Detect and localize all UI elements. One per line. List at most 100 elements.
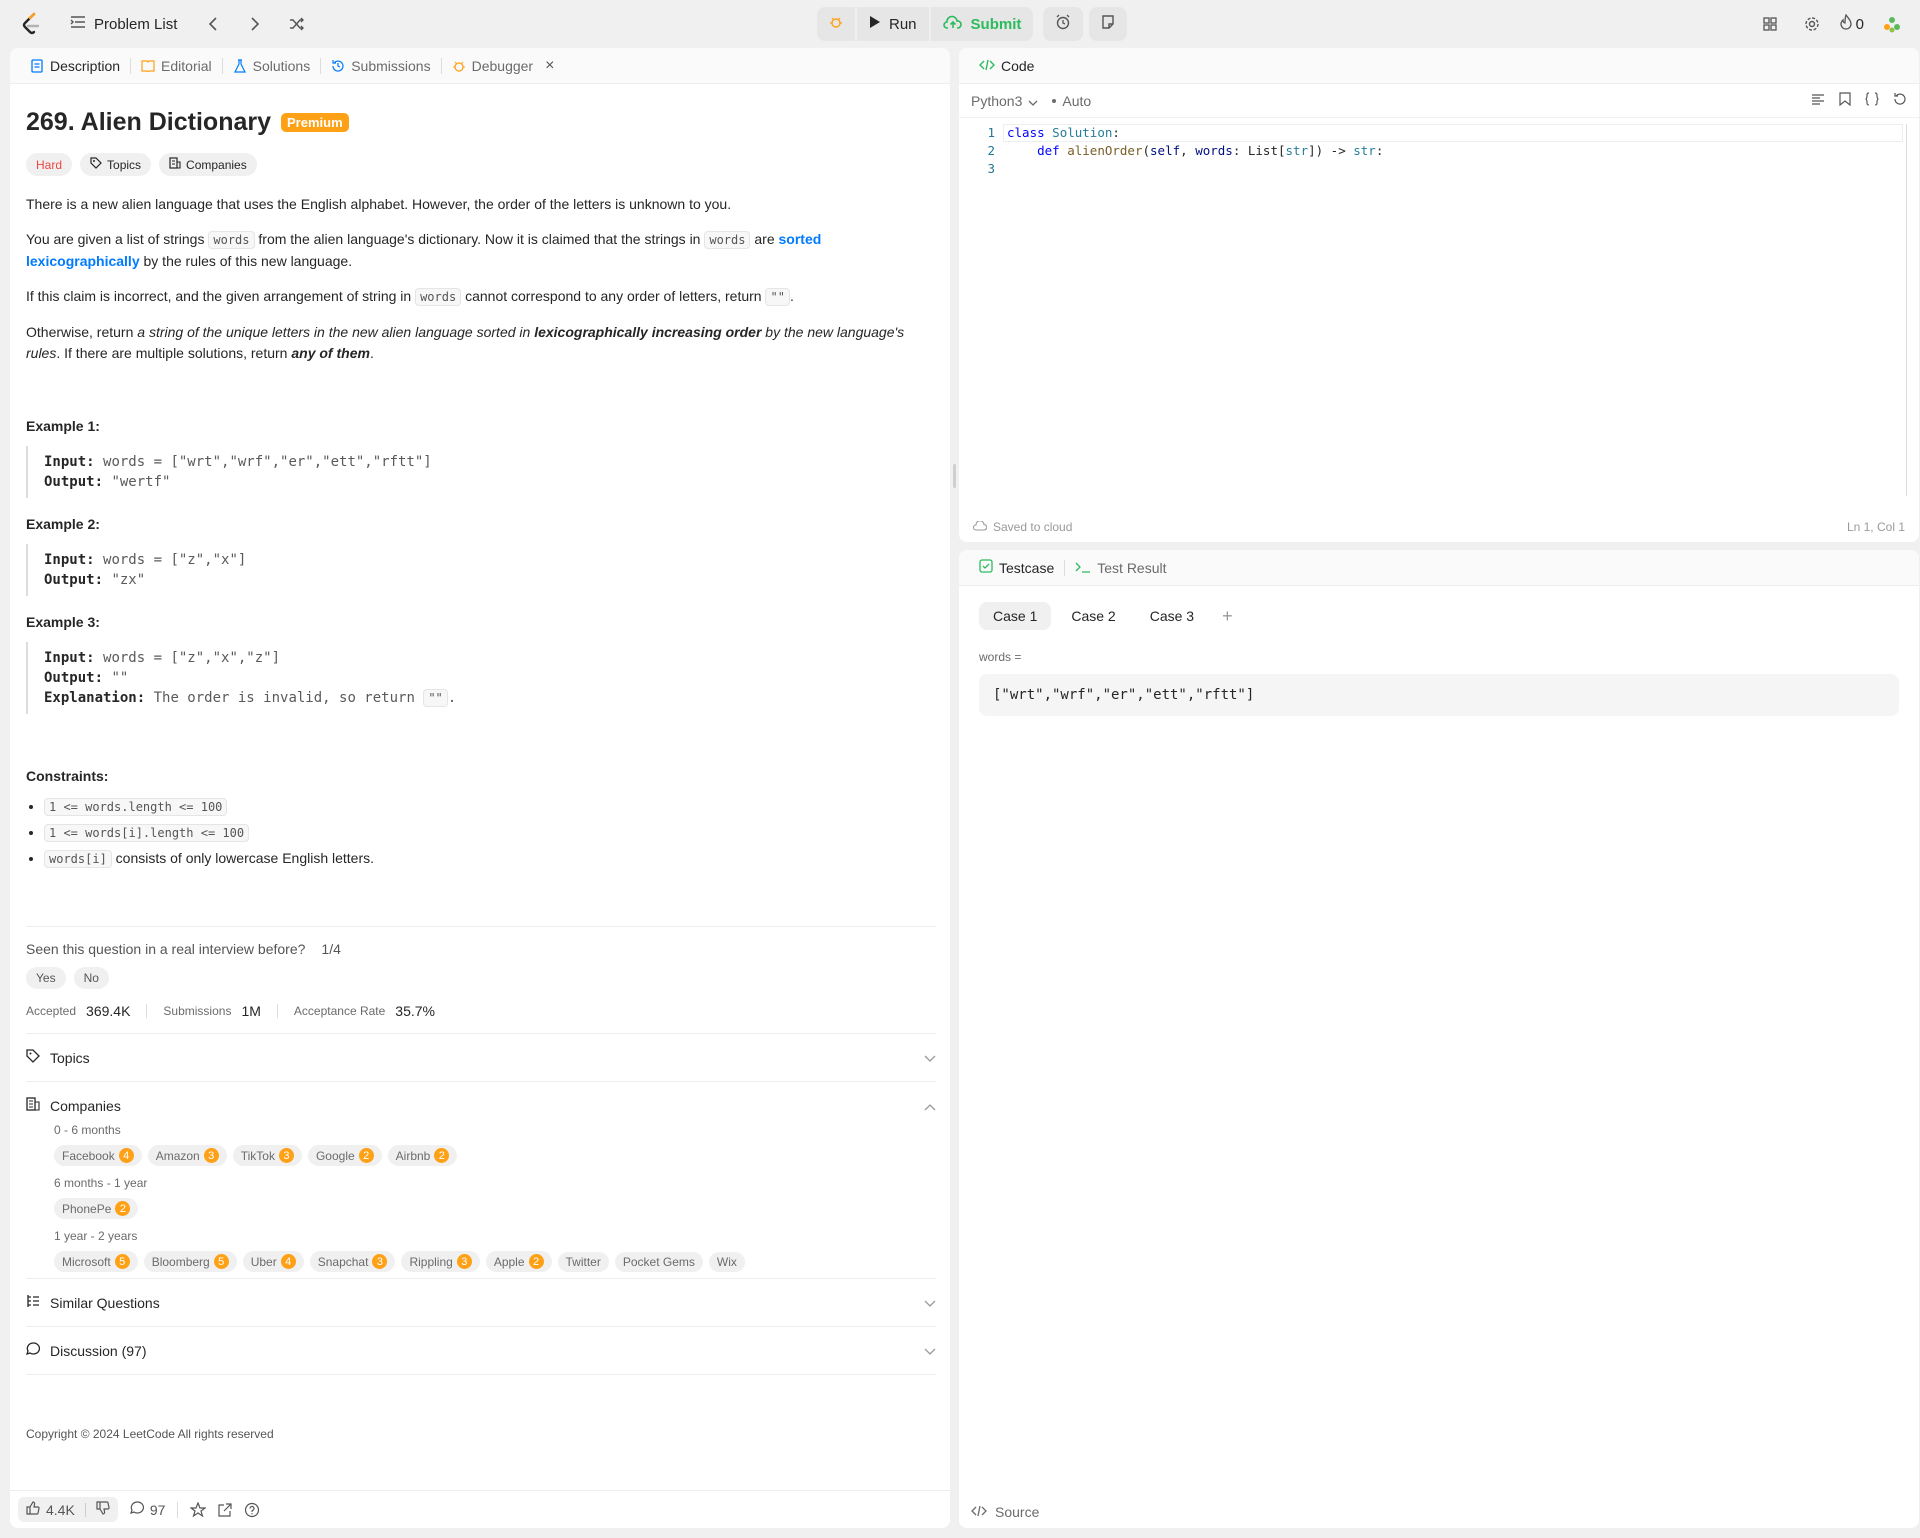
top-bar: Problem List Run Submit 0 bbox=[0, 0, 1920, 48]
company-tag[interactable]: Amazon 3 bbox=[147, 1145, 227, 1166]
tab-testcase[interactable]: Testcase bbox=[969, 550, 1064, 586]
company-tag[interactable]: Wix bbox=[708, 1251, 745, 1272]
topics-chip[interactable]: Topics bbox=[80, 153, 152, 176]
reset-icon[interactable] bbox=[1893, 92, 1907, 109]
company-tag[interactable]: Facebook 4 bbox=[54, 1145, 142, 1166]
thumbs-up-icon bbox=[26, 1501, 40, 1518]
company-tag[interactable]: Twitter bbox=[557, 1251, 609, 1272]
tab-case-3[interactable]: Case 3 bbox=[1136, 602, 1208, 630]
testcase-input[interactable]: ["wrt","wrf","er","ett","rftt"] bbox=[979, 674, 1899, 716]
variable-label: words = bbox=[979, 650, 1022, 664]
tab-description[interactable]: Description bbox=[20, 48, 130, 84]
company-tag[interactable]: Apple 2 bbox=[485, 1251, 552, 1272]
stats-row: Accepted 369.4K Submissions 1M Acceptance … bbox=[26, 1003, 435, 1019]
alarm-icon bbox=[1055, 14, 1071, 34]
case-tabs: Case 1 Case 2 Case 3 + bbox=[979, 602, 1919, 630]
vertical-resize-handle[interactable] bbox=[953, 464, 956, 488]
example-block: Input: words = ["z","x"] Output: "zx" bbox=[26, 544, 936, 596]
editor-status-bar: Saved to cloud Ln 1, Col 1 bbox=[959, 512, 1919, 542]
chevron-down-icon bbox=[1028, 93, 1038, 109]
code-line: def alienOrder(self, words: List[str]) -… bbox=[1037, 143, 1384, 158]
settings-gear-icon[interactable] bbox=[1798, 10, 1826, 38]
source-button[interactable]: Source bbox=[971, 1504, 1039, 1520]
add-case-icon[interactable]: + bbox=[1222, 606, 1233, 627]
book-icon bbox=[141, 59, 155, 73]
tab-solutions[interactable]: Solutions bbox=[223, 48, 321, 84]
format-icon[interactable] bbox=[1811, 93, 1825, 109]
example-title: Example 3: bbox=[26, 614, 100, 630]
star-icon[interactable] bbox=[190, 1501, 207, 1518]
constraints-title: Constraints: bbox=[26, 768, 109, 784]
bookmark-icon[interactable] bbox=[1839, 92, 1851, 109]
company-tag[interactable]: Bloomberg 5 bbox=[143, 1251, 237, 1272]
code-tabbar: Code bbox=[959, 48, 1919, 84]
language-select[interactable]: Python3 bbox=[971, 93, 1038, 109]
company-tag[interactable]: Uber 4 bbox=[242, 1251, 304, 1272]
help-icon[interactable] bbox=[244, 1502, 260, 1518]
company-tag[interactable]: Pocket Gems bbox=[614, 1251, 703, 1272]
cloud-icon bbox=[972, 520, 988, 534]
comments-button[interactable]: 97 bbox=[129, 1501, 165, 1518]
no-button[interactable]: No bbox=[73, 967, 109, 989]
topics-accordion[interactable]: Topics bbox=[26, 1033, 936, 1081]
code-icon bbox=[979, 58, 995, 74]
constraints-list: 1 <= words.length <= 100 1 <= words[i].l… bbox=[26, 798, 936, 868]
run-button[interactable]: Run bbox=[855, 7, 929, 41]
interview-prompt: Seen this question in a real interview b… bbox=[26, 941, 341, 957]
timer-button[interactable] bbox=[1043, 7, 1083, 41]
tab-submissions[interactable]: Submissions bbox=[321, 48, 440, 84]
leetcode-logo-icon[interactable] bbox=[14, 7, 48, 41]
tab-case-1[interactable]: Case 1 bbox=[979, 602, 1052, 630]
bug-icon bbox=[829, 15, 843, 33]
list-item: words[i] consists of only lowercase Engl… bbox=[44, 850, 936, 868]
companies-accordion[interactable]: Companies bbox=[26, 1081, 936, 1129]
company-tag[interactable]: PhonePe 2 bbox=[54, 1198, 139, 1219]
like-button[interactable]: 4.4K bbox=[18, 1497, 118, 1522]
tab-case-2[interactable]: Case 2 bbox=[1057, 602, 1129, 630]
problem-description: 269. Alien Dictionary Premium Hard Topics… bbox=[25, 100, 936, 1441]
discussion-accordion[interactable]: Discussion (97) bbox=[25, 1326, 936, 1374]
submit-button[interactable]: Submit bbox=[928, 7, 1034, 41]
description-panel: Description Editorial Solutions Submissi… bbox=[10, 48, 950, 1528]
companies-list: 0 - 6 months Facebook 4 Amazon 3 TikTok 3 Goog… bbox=[26, 1123, 936, 1272]
similar-questions-accordion[interactable]: Similar Questions bbox=[26, 1278, 936, 1326]
tab-code[interactable]: Code bbox=[969, 48, 1044, 84]
layout-icon[interactable] bbox=[1756, 10, 1784, 38]
company-tag[interactable]: Rippling 3 bbox=[401, 1251, 480, 1272]
cloud-upload-icon bbox=[942, 15, 963, 33]
yes-button[interactable]: Yes bbox=[26, 967, 66, 989]
streak-counter[interactable]: 0 bbox=[1840, 8, 1864, 40]
code-panel: Code Python3 Auto 1 class Solution: 2 de… bbox=[959, 48, 1919, 542]
company-tag[interactable]: Airbnb 2 bbox=[387, 1145, 458, 1166]
tab-editorial[interactable]: Editorial bbox=[131, 48, 222, 84]
next-problem-button[interactable] bbox=[241, 10, 269, 38]
share-icon[interactable] bbox=[218, 1502, 232, 1517]
auto-mode[interactable]: Auto bbox=[1052, 93, 1091, 109]
braces-icon[interactable] bbox=[1865, 92, 1879, 109]
company-tag[interactable]: Google 2 bbox=[307, 1145, 382, 1166]
companies-chip[interactable]: Companies bbox=[159, 153, 257, 176]
prev-problem-button[interactable] bbox=[199, 10, 227, 38]
shuffle-icon[interactable] bbox=[283, 10, 311, 38]
building-icon bbox=[169, 157, 181, 172]
debug-button[interactable] bbox=[817, 7, 855, 41]
page-title: 269. Alien Dictionary Premium bbox=[26, 108, 936, 137]
company-tags: PhonePe 2 bbox=[54, 1198, 936, 1219]
thumbs-down-icon[interactable] bbox=[96, 1501, 110, 1518]
left-tabbar: Description Editorial Solutions Submissi… bbox=[10, 48, 950, 84]
avatar[interactable] bbox=[1878, 10, 1906, 38]
tab-debugger[interactable]: Debugger × bbox=[442, 48, 565, 84]
code-editor[interactable]: 1 class Solution: 2 def alienOrder(self,… bbox=[959, 118, 1919, 508]
submit-label: Submit bbox=[970, 15, 1022, 33]
chevron-down-icon bbox=[924, 1343, 936, 1359]
problem-list-button[interactable]: Problem List bbox=[62, 8, 185, 40]
description-paragraph: You are given a list of strings words fr… bbox=[26, 231, 822, 269]
bug-icon bbox=[452, 59, 466, 73]
close-icon[interactable]: × bbox=[545, 57, 554, 75]
company-tag[interactable]: TikTok 3 bbox=[232, 1145, 302, 1166]
company-tag[interactable]: Microsoft 5 bbox=[54, 1251, 138, 1272]
tab-test-result[interactable]: Test Result bbox=[1065, 550, 1176, 586]
company-tag[interactable]: Snapchat 3 bbox=[309, 1251, 396, 1272]
list-tree-icon bbox=[26, 1294, 40, 1311]
notes-button[interactable] bbox=[1089, 7, 1127, 41]
